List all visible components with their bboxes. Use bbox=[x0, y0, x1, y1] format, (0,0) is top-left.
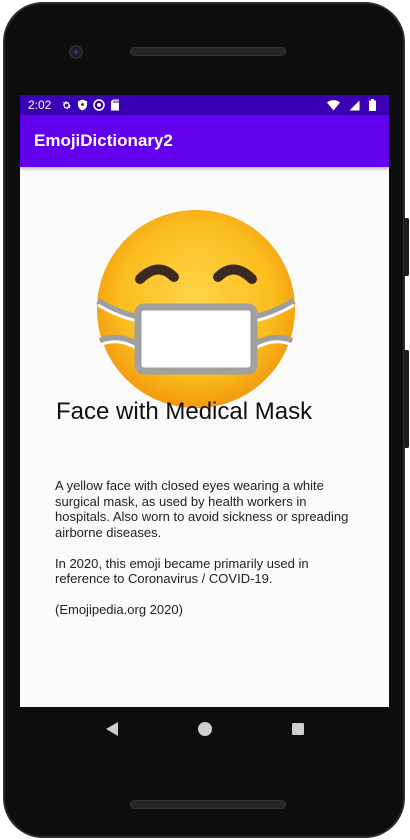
recents-icon[interactable] bbox=[287, 718, 309, 740]
battery-icon bbox=[369, 99, 376, 111]
settings-icon bbox=[61, 100, 72, 111]
emoji-name-heading: Face with Medical Mask bbox=[56, 398, 313, 425]
volume-button[interactable] bbox=[404, 350, 409, 448]
sync-icon bbox=[93, 99, 106, 111]
face-with-medical-mask-icon bbox=[96, 209, 296, 409]
front-camera bbox=[69, 45, 83, 59]
sd-card-icon bbox=[110, 99, 120, 111]
power-button[interactable] bbox=[404, 218, 409, 276]
app-bar: EmojiDictionary2 bbox=[20, 115, 389, 167]
description-paragraph: In 2020, this emoji became primarily use… bbox=[55, 555, 309, 587]
description-paragraph: A yellow face with closed eyes wearing a… bbox=[55, 478, 349, 540]
status-bar: 2:02 bbox=[20, 95, 389, 115]
app-title: EmojiDictionary2 bbox=[34, 131, 173, 150]
bottom-speaker bbox=[130, 800, 286, 809]
back-icon[interactable] bbox=[101, 718, 123, 740]
app-screen: 2:02 EmojiDictionary2 Face with Medical … bbox=[20, 95, 389, 707]
earpiece-speaker bbox=[130, 47, 286, 56]
signal-icon bbox=[349, 100, 360, 111]
emoji-description: A yellow face with closed eyes wearing a… bbox=[55, 478, 360, 633]
navigation-bar bbox=[20, 707, 389, 751]
wifi-icon bbox=[327, 99, 340, 111]
source-citation: (Emojipedia.org 2020) bbox=[55, 602, 183, 617]
home-icon[interactable] bbox=[194, 718, 216, 740]
shield-icon bbox=[77, 99, 88, 111]
status-time: 2:02 bbox=[28, 98, 52, 112]
